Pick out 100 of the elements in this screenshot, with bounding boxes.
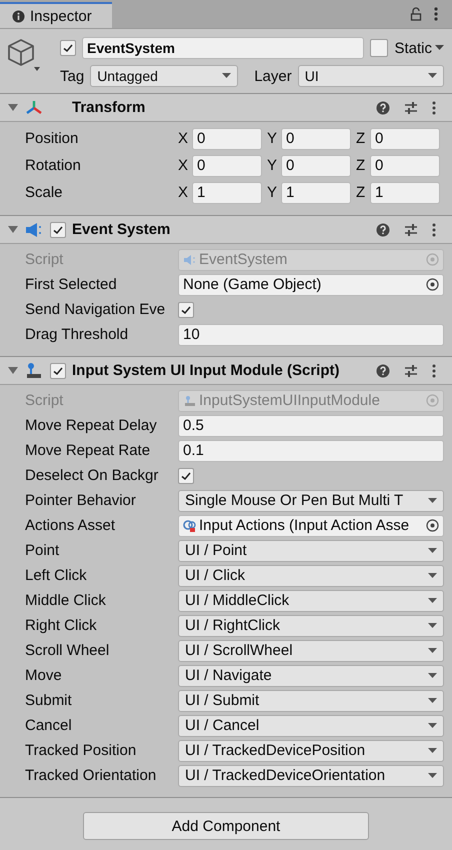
axis-label: X <box>178 184 190 201</box>
axis-label: Z <box>356 157 366 174</box>
active-checkbox[interactable] <box>60 40 76 56</box>
field-label: Script <box>25 251 64 268</box>
dropdown[interactable]: Single Mouse Or Pen But Multi T <box>178 490 444 512</box>
field-label: Submit <box>25 692 73 709</box>
dropdown[interactable]: UI / Cancel <box>178 714 444 736</box>
field-label: Deselect On Backgr <box>25 467 160 484</box>
component-title: Event System <box>72 221 172 238</box>
megaphone-icon <box>24 220 44 238</box>
number-field[interactable]: 0 <box>281 154 351 176</box>
add-component-button[interactable]: Add Component <box>83 812 369 840</box>
caret-icon <box>428 648 437 654</box>
field-label: Move <box>25 667 63 684</box>
lock-icon[interactable] <box>410 7 422 21</box>
field-label: Drag Threshold <box>25 326 130 343</box>
check-icon <box>52 224 64 236</box>
object-field[interactable]: None (Game Object) <box>178 274 444 296</box>
number-field[interactable]: 1 <box>281 182 351 204</box>
number-field[interactable]: 0.5 <box>178 414 444 436</box>
axis-label: Y <box>267 184 278 201</box>
checkbox[interactable] <box>178 468 194 484</box>
caret-icon <box>428 548 437 554</box>
check-icon <box>180 304 192 316</box>
enabled-checkbox[interactable] <box>50 362 66 378</box>
dropdown[interactable]: UI / Submit <box>178 690 444 712</box>
foldout-icon[interactable] <box>8 226 18 234</box>
number-field[interactable]: 0 <box>192 128 262 150</box>
number-field[interactable]: 10 <box>178 324 444 346</box>
dropdown[interactable]: UI / RightClick <box>178 614 444 636</box>
field-label: Script <box>25 392 64 409</box>
axis-label: Y <box>267 130 278 147</box>
caret-icon <box>428 73 437 79</box>
field-label: Send Navigation Eve <box>25 301 166 318</box>
settings-sliders-icon[interactable] <box>404 100 418 114</box>
caret-icon <box>428 498 437 504</box>
number-field[interactable]: 1 <box>192 182 262 204</box>
help-icon[interactable] <box>376 222 390 236</box>
check-icon <box>62 42 74 54</box>
number-field[interactable]: 0 <box>192 154 262 176</box>
help-icon[interactable] <box>376 364 390 378</box>
number-field[interactable]: 1 <box>370 182 440 204</box>
field-label: Left Click <box>25 567 88 584</box>
field-label: Move Repeat Delay <box>25 417 158 434</box>
number-field[interactable]: 0 <box>370 154 440 176</box>
axis-label: X <box>178 130 190 147</box>
layer-label: Layer <box>254 68 292 84</box>
name-field[interactable]: EventSystem <box>82 37 364 59</box>
check-icon <box>52 364 64 376</box>
dropdown[interactable]: UI / Point <box>178 540 444 562</box>
number-field[interactable]: 0 <box>281 128 351 150</box>
dropdown[interactable]: UI / MiddleClick <box>178 590 444 612</box>
component-title: Input System UI Input Module (Script) <box>72 362 340 379</box>
asset-icon <box>183 518 197 532</box>
target-icon[interactable] <box>426 519 439 532</box>
tag-dropdown[interactable]: Untagged <box>90 65 238 87</box>
checkbox[interactable] <box>178 302 194 318</box>
field-label: First Selected <box>25 276 118 293</box>
help-icon[interactable] <box>376 100 390 114</box>
static-checkbox[interactable] <box>370 39 388 57</box>
caret-icon <box>435 45 444 51</box>
axis-label: Z <box>356 184 366 201</box>
static-dropdown[interactable]: Static <box>394 40 444 56</box>
menu-icon[interactable] <box>432 222 436 236</box>
check-icon <box>180 470 192 482</box>
dropdown[interactable]: UI / TrackedDeviceOrientation <box>178 764 444 786</box>
menu-icon[interactable] <box>434 7 438 21</box>
inspector-tab[interactable]: Inspector <box>0 2 112 28</box>
axis-label: Z <box>356 130 366 147</box>
number-field[interactable]: 0.1 <box>178 440 444 462</box>
field-label: Pointer Behavior <box>25 492 137 509</box>
target-icon[interactable] <box>426 278 439 291</box>
dropdown[interactable]: UI / Navigate <box>178 664 444 686</box>
caret-icon <box>428 722 437 728</box>
axis-label: Y <box>267 157 278 174</box>
field-label: Middle Click <box>25 592 107 609</box>
field-label: Point <box>25 542 60 559</box>
caret-icon <box>428 772 437 778</box>
number-field[interactable]: 0 <box>370 128 440 150</box>
enabled-checkbox[interactable] <box>50 222 66 238</box>
dropdown[interactable]: UI / TrackedDevicePosition <box>178 740 444 762</box>
field-label: Tracked Position <box>25 742 138 759</box>
object-field[interactable]: Input Actions (Input Action Asse <box>178 514 444 536</box>
foldout-icon[interactable] <box>8 366 18 374</box>
menu-icon[interactable] <box>432 364 436 378</box>
dropdown[interactable]: UI / Click <box>178 564 444 586</box>
field-label: Actions Asset <box>25 517 116 534</box>
field-label: Cancel <box>25 717 73 734</box>
settings-sliders-icon[interactable] <box>404 364 418 378</box>
dropdown[interactable]: UI / ScrollWheel <box>178 640 444 662</box>
foldout-icon[interactable] <box>8 104 18 112</box>
caret-icon <box>428 748 437 754</box>
layer-dropdown[interactable]: UI <box>298 65 444 87</box>
joystick-icon <box>24 362 44 380</box>
component-title: Transform <box>71 99 146 116</box>
menu-icon[interactable] <box>432 100 436 114</box>
field-label: Move Repeat Rate <box>25 442 152 459</box>
settings-sliders-icon[interactable] <box>404 222 418 236</box>
field-label: Tracked Orientation <box>25 767 158 784</box>
axis-label: X <box>178 157 190 174</box>
